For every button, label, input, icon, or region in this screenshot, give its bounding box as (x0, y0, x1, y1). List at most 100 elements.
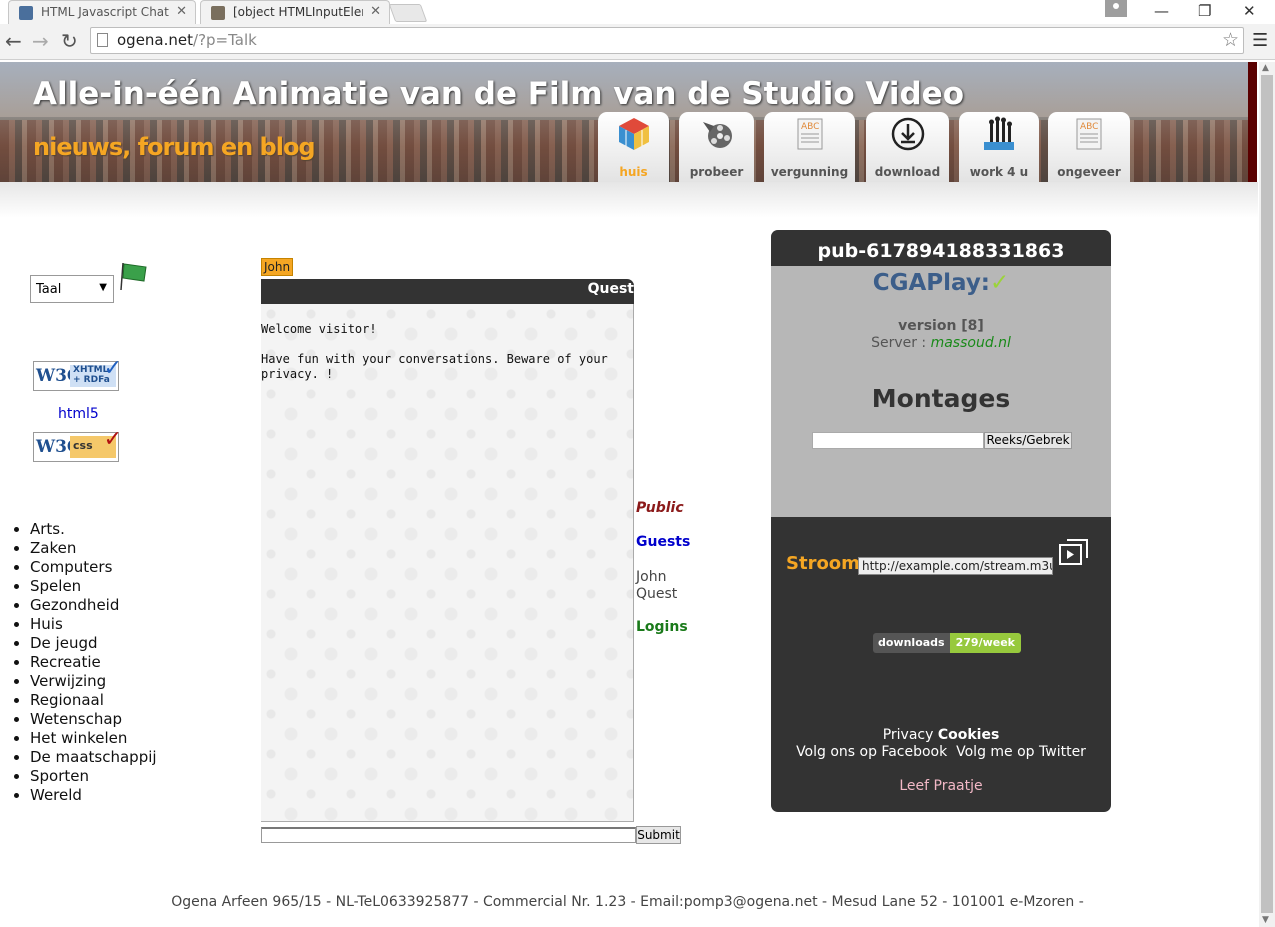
chat-header-name: Quest (587, 281, 634, 297)
dropdown-arrow-icon: ▼ (99, 282, 107, 293)
category-item[interactable]: Spelen (30, 577, 157, 596)
category-item[interactable]: Regionaal (30, 691, 157, 710)
site-subtitle: nieuws, forum en blog (33, 133, 316, 161)
social-line: Volg ons op Facebook Volg me op Twitter (771, 744, 1111, 760)
browser-tab-active[interactable]: [object HTMLInputElemen ✕ (200, 0, 390, 24)
version-text: version [8] (898, 318, 984, 334)
reload-icon[interactable]: ↻ (61, 29, 78, 53)
minimize-icon[interactable]: — (1154, 2, 1169, 20)
scrollbar-thumb[interactable] (1261, 75, 1273, 913)
nav-tab-ongeveer[interactable]: ABC ongeveer (1048, 112, 1130, 182)
stream-label: Stroom (786, 553, 860, 574)
nav-tab-download[interactable]: download (866, 112, 949, 182)
people-icon (984, 116, 1014, 150)
public-room-link[interactable]: Public (636, 500, 684, 516)
chat-header: Quest (261, 279, 634, 304)
submit-button[interactable]: Submit (636, 826, 681, 844)
back-arrow-icon[interactable]: ← (5, 29, 22, 53)
nav-tab-probeer[interactable]: probeer (679, 112, 754, 182)
nav-tab-huis[interactable]: huis (598, 112, 669, 182)
header-shadow (0, 182, 1258, 218)
category-item[interactable]: Recreatie (30, 653, 157, 672)
star-icon[interactable]: ☆ (1222, 29, 1239, 51)
category-item[interactable]: Computers (30, 558, 157, 577)
document-abc-icon: ABC (1076, 118, 1102, 150)
chat-message: Welcome visitor! (261, 322, 377, 336)
green-flag-icon[interactable] (120, 261, 148, 291)
site-footer: Ogena Arfeen 965/15 - NL-TeL0633925877 -… (171, 894, 1084, 910)
downloads-badge: downloads 279/week (873, 633, 1021, 653)
guests-label[interactable]: Guests (636, 534, 690, 550)
nav-tab-vergunning[interactable]: ABC vergunning (764, 112, 855, 182)
restore-icon[interactable]: ❐ (1198, 2, 1211, 20)
category-item[interactable]: Wetenschap (30, 710, 157, 729)
chat-message: Have fun with your conversations. Beware… (261, 352, 616, 381)
play-stream-icon[interactable] (1059, 538, 1089, 566)
app-name: CGAPlay:✓ (872, 270, 1010, 296)
category-item[interactable]: De maatschappij (30, 748, 157, 767)
forward-arrow-icon[interactable]: → (32, 29, 49, 53)
guest-name[interactable]: John (636, 569, 666, 586)
category-item[interactable]: De jeugd (30, 634, 157, 653)
scroll-up-arrow-icon[interactable]: ▲ (1262, 63, 1269, 73)
category-item[interactable]: Gezondheid (30, 596, 157, 615)
montages-button[interactable]: Reeks/Gebrek (984, 432, 1072, 449)
leef-praatje-link[interactable]: Leef Praatje (771, 778, 1111, 794)
nav-tab-work4u[interactable]: work 4 u (959, 112, 1039, 182)
close-tab-icon[interactable]: ✕ (370, 4, 381, 19)
chat-message-input[interactable] (261, 827, 636, 843)
check-icon: ✓ (990, 270, 1010, 296)
category-item[interactable]: Zaken (30, 539, 157, 558)
privacy-link[interactable]: Privacy (883, 727, 934, 743)
browser-toolbar: ← → ↻ ogena.net/?p=Talk ☆ ☰ (0, 24, 1275, 60)
montages-title: Montages (871, 384, 1011, 413)
svg-text:ABC: ABC (1080, 122, 1098, 132)
category-item[interactable]: Sporten (30, 767, 157, 786)
privacy-line: Privacy Cookies (771, 727, 1111, 743)
sourceforge-favicon-icon (19, 6, 33, 20)
browser-tab-chat[interactable]: HTML Javascript Chat (PH ✕ (8, 0, 196, 24)
check-icon: ✓ (103, 356, 122, 381)
twitter-link[interactable]: Volg me op Twitter (956, 744, 1086, 760)
hamburger-menu-icon[interactable]: ☰ (1252, 30, 1268, 51)
w3c-xhtml-badge[interactable]: W3C XHTML + RDFa ✓ (33, 356, 122, 391)
publisher-id: pub-617894188331863 (817, 240, 1065, 262)
document-abc-icon: ABC (797, 118, 822, 150)
film-reel-icon (702, 122, 732, 148)
page-icon (97, 33, 108, 47)
facebook-link[interactable]: Volg ons op Facebook (796, 744, 947, 760)
user-profile-icon[interactable] (1105, 0, 1127, 17)
new-tab-button[interactable] (388, 4, 428, 22)
site-favicon-icon (211, 6, 225, 20)
chat-user-tag[interactable]: John (261, 258, 294, 276)
montages-search-input[interactable] (812, 432, 984, 449)
browser-tabstrip: HTML Javascript Chat (PH ✕ [object HTMLI… (0, 0, 1275, 24)
category-item[interactable]: Arts. (30, 520, 157, 539)
html5-link[interactable]: html5 (58, 406, 99, 422)
address-url: ogena.net/?p=Talk (117, 31, 257, 49)
category-list: Arts.ZakenComputersSpelenGezondheidHuisD… (12, 520, 157, 805)
chat-log[interactable]: Welcome visitor! Have fun with your conv… (261, 304, 634, 822)
cube-icon (618, 118, 649, 150)
w3c-css-badge[interactable]: W3C css ✓ (33, 427, 122, 462)
close-tab-icon[interactable]: ✕ (176, 4, 187, 19)
scroll-down-arrow-icon[interactable]: ▼ (1262, 915, 1269, 925)
category-item[interactable]: Het winkelen (30, 729, 157, 748)
address-bar[interactable]: ogena.net/?p=Talk ☆ (90, 27, 1244, 54)
svg-text:ABC: ABC (801, 122, 819, 132)
check-icon: ✓ (103, 427, 122, 452)
download-circle-icon (891, 117, 924, 151)
cookies-link[interactable]: Cookies (938, 727, 999, 743)
server-host-link[interactable]: massoud.nl (931, 335, 1011, 351)
window-close-icon[interactable]: ✕ (1243, 2, 1256, 20)
category-item[interactable]: Wereld (30, 786, 157, 805)
category-item[interactable]: Verwijzing (30, 672, 157, 691)
site-title: Alle-in-één Animatie van de Film van de … (33, 76, 964, 112)
language-select[interactable]: Taal ▼ (30, 275, 114, 303)
banner-edge (1248, 62, 1257, 182)
category-item[interactable]: Huis (30, 615, 157, 634)
stream-url-input[interactable]: http://example.com/stream.m3u (858, 557, 1053, 575)
server-text: Server : massoud.nl (871, 335, 1011, 351)
guest-name[interactable]: Quest (636, 586, 677, 603)
logins-label[interactable]: Logins (636, 619, 688, 635)
